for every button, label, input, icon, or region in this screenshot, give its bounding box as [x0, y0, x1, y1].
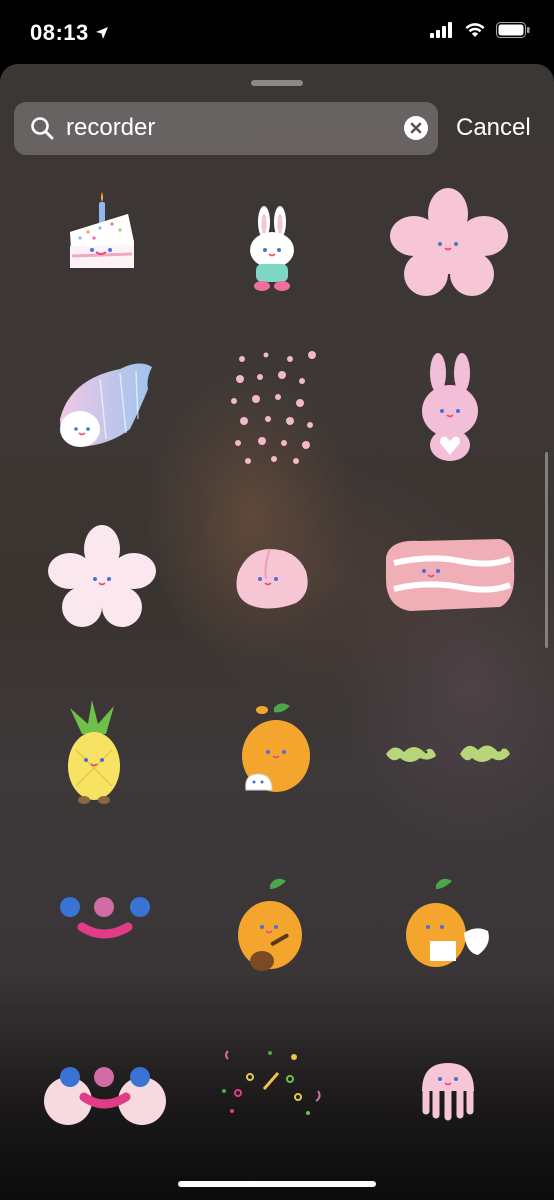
seashell-sticker[interactable]	[30, 349, 170, 469]
orange-letter-sticker[interactable]	[380, 869, 520, 989]
home-indicator[interactable]	[178, 1181, 376, 1187]
bacon-sticker[interactable]	[380, 519, 520, 639]
pink-cherry-blossom-sticker[interactable]	[380, 184, 520, 304]
search-input[interactable]: recorder	[66, 114, 155, 142]
cellular-signal-icon	[430, 22, 452, 38]
falling-blossoms-sticker[interactable]	[200, 349, 340, 469]
orange-dumpling-sticker[interactable]	[200, 694, 340, 814]
pineapple-sticker[interactable]	[30, 694, 170, 814]
jellyfish-sticker[interactable]	[380, 1039, 520, 1159]
green-worms-sticker[interactable]	[380, 694, 520, 814]
smiley-face-sticker[interactable]	[30, 869, 170, 989]
clear-x-icon	[410, 122, 422, 134]
sticker-sheet: recorder Cancel	[0, 64, 554, 1200]
location-arrow-icon	[95, 27, 108, 39]
status-time: 08:13	[30, 20, 109, 46]
pink-bunny-heart-sticker[interactable]	[380, 349, 520, 469]
status-bar: 08:13	[0, 0, 554, 66]
sheet-grabber[interactable]	[251, 80, 303, 86]
wifi-icon	[465, 23, 485, 37]
orange-guitar-sticker[interactable]	[200, 869, 340, 989]
cancel-button[interactable]: Cancel	[456, 114, 531, 142]
battery-icon	[496, 22, 530, 38]
white-blossom-sticker[interactable]	[30, 519, 170, 639]
confetti-sticker[interactable]	[200, 1039, 340, 1159]
scroll-indicator[interactable]	[545, 452, 548, 648]
status-icons	[430, 22, 530, 38]
search-bar[interactable]: recorder	[14, 102, 438, 155]
search-icon	[31, 117, 54, 140]
time-label: 08:13	[30, 20, 89, 45]
clear-search-button[interactable]	[404, 116, 428, 140]
peach-sticker[interactable]	[200, 519, 340, 639]
birthday-cake-sticker[interactable]	[30, 184, 170, 304]
smiley-cheeks-sticker[interactable]	[30, 1039, 170, 1159]
bunny-sticker[interactable]	[200, 184, 340, 304]
